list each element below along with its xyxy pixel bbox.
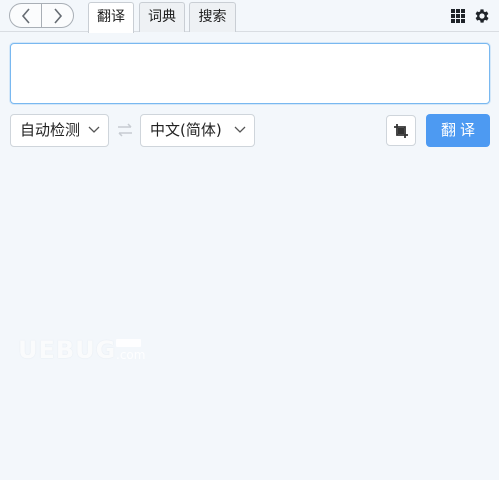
back-button[interactable] bbox=[10, 4, 41, 27]
gear-icon[interactable] bbox=[473, 7, 491, 25]
source-language-select[interactable]: 自动检测 bbox=[10, 114, 109, 147]
chevron-down-icon bbox=[88, 126, 100, 133]
tab-search[interactable]: 搜索 bbox=[189, 2, 236, 32]
swap-arrows-icon[interactable] bbox=[116, 122, 134, 138]
translate-button[interactable]: 翻译 bbox=[426, 114, 490, 147]
target-language-select[interactable]: 中文(简体) bbox=[140, 114, 255, 147]
forward-button[interactable] bbox=[41, 4, 73, 27]
watermark-suffix: .com bbox=[116, 348, 146, 362]
source-text-input[interactable] bbox=[10, 43, 490, 104]
target-language-value: 中文(简体) bbox=[150, 121, 222, 139]
top-bar: 翻译 词典 搜索 bbox=[0, 0, 499, 33]
chevron-down-icon bbox=[234, 126, 246, 133]
chevron-left-icon bbox=[21, 7, 30, 24]
chevron-right-icon bbox=[53, 7, 62, 24]
source-language-value: 自动检测 bbox=[20, 121, 81, 139]
translator-window: 翻译 词典 搜索 自动检测 中文(简体) 翻译 UEBUG .com bbox=[0, 0, 499, 480]
watermark-logo: UEBUG bbox=[18, 336, 117, 364]
crop-icon bbox=[394, 123, 408, 138]
grid-icon[interactable] bbox=[451, 9, 465, 23]
tab-dictionary[interactable]: 词典 bbox=[139, 2, 185, 32]
screenshot-crop-button[interactable] bbox=[386, 115, 416, 146]
tab-translate[interactable]: 翻译 bbox=[88, 2, 134, 33]
nav-button-group bbox=[9, 3, 74, 28]
watermark-badge bbox=[116, 339, 141, 347]
